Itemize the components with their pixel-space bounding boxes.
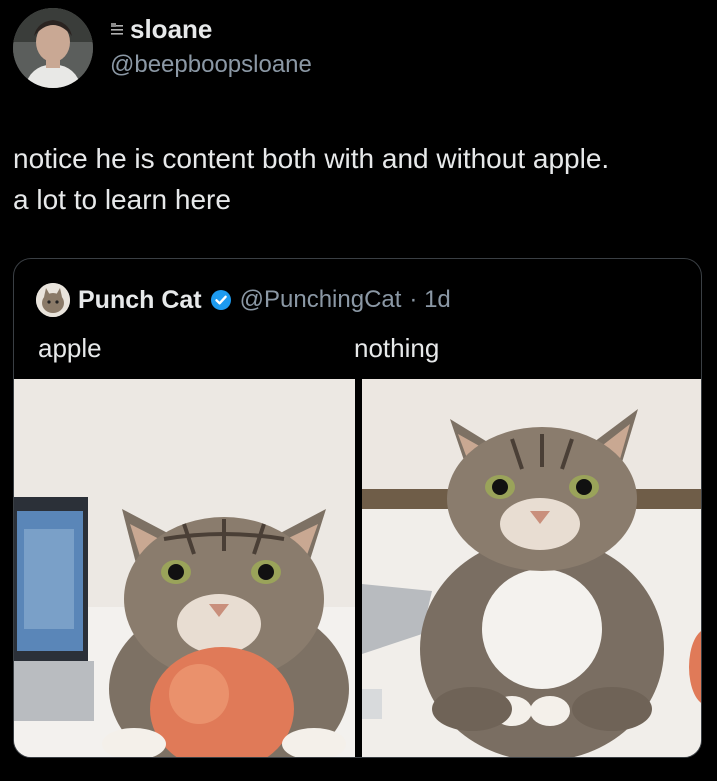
avatar-image — [13, 8, 93, 88]
photo-cat-with-apple[interactable] — [14, 379, 355, 757]
cat-with-apple-image — [14, 379, 355, 757]
author-handle[interactable]: @beepboopsloane — [110, 51, 312, 79]
photo-cat-without-apple[interactable] — [362, 379, 701, 757]
quoted-author-handle: @PunchingCat — [239, 286, 402, 313]
quoted-author-avatar[interactable] — [36, 283, 70, 317]
tweet-text-line: a lot to learn here — [13, 184, 231, 215]
caption-nothing: nothing — [354, 333, 440, 363]
verified-badge-icon — [210, 290, 231, 310]
tweet-text: notice he is content both with and witho… — [13, 138, 703, 220]
caption-apple: apple — [38, 333, 102, 363]
quoted-tweet-header: Punch Cat @PunchingCat · 1d — [36, 283, 451, 317]
quoted-tweet-time: · 1d — [409, 286, 451, 313]
author-display-name[interactable]: sloane — [110, 14, 212, 45]
author-avatar[interactable] — [13, 8, 93, 88]
flag-icon — [111, 22, 123, 35]
quoted-avatar-image — [36, 283, 70, 317]
author-name: sloane — [130, 14, 213, 44]
tweet-text-line: notice he is content both with and witho… — [13, 143, 610, 174]
quoted-tweet-card[interactable]: Punch Cat @PunchingCat · 1d apple nothin… — [13, 258, 702, 758]
quoted-author-name: Punch Cat — [78, 285, 202, 314]
cat-without-apple-image — [362, 379, 701, 757]
